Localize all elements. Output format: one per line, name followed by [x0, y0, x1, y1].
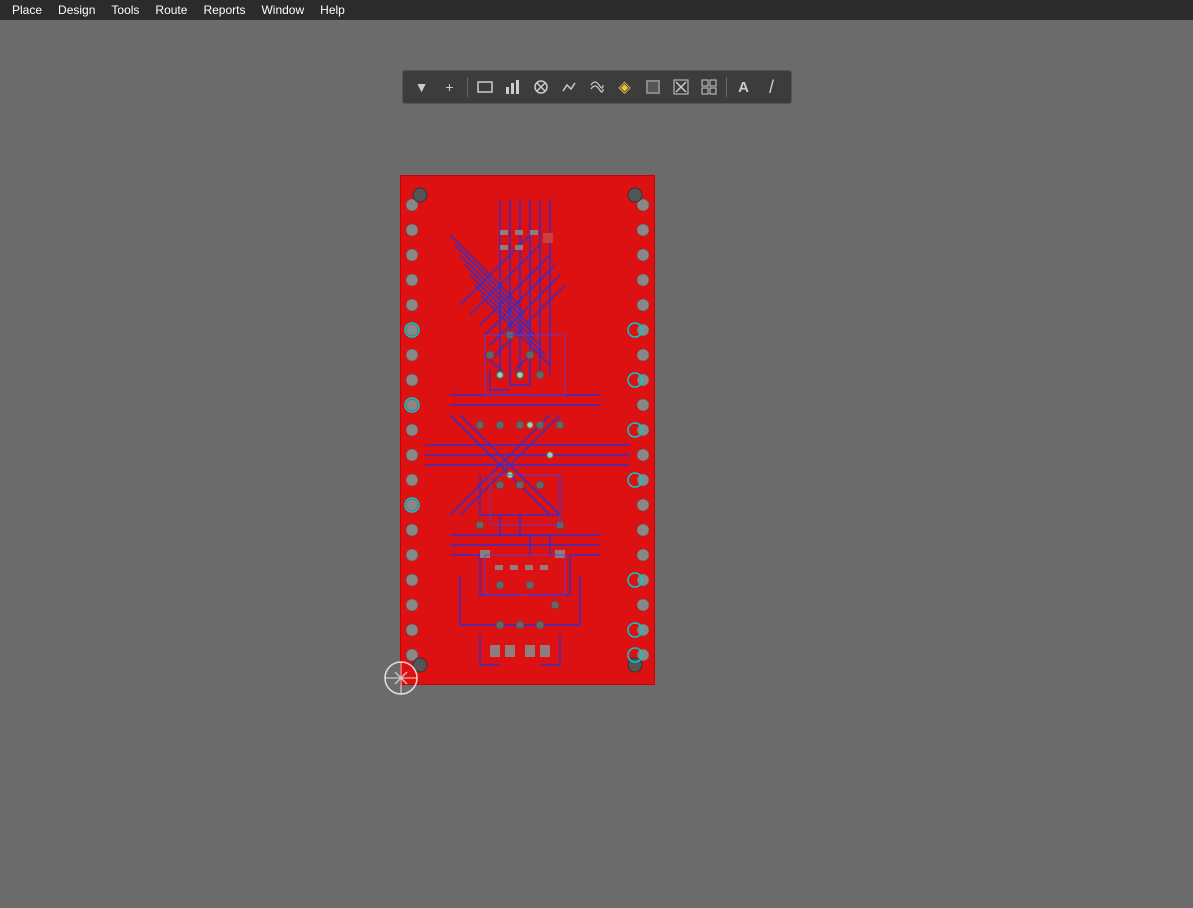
toolbar-separator-2 [726, 77, 727, 97]
toolbar-noconn-btn[interactable] [668, 74, 694, 100]
toolbar-plane-btn[interactable] [640, 74, 666, 100]
toolbar: ▼ + [402, 70, 792, 104]
menu-item-window[interactable]: Window [253, 1, 312, 19]
menu-bar: Place Design Tools Route Reports Window … [0, 0, 1193, 20]
toolbar-diff-pair-btn[interactable] [584, 74, 610, 100]
pcb-svg: NANO V3 [400, 175, 655, 685]
toolbar-filter-btn[interactable]: ▼ [409, 74, 435, 100]
menu-item-reports[interactable]: Reports [195, 1, 253, 19]
toolbar-via-btn[interactable]: ◈ [612, 74, 638, 100]
menu-item-design[interactable]: Design [50, 1, 103, 19]
menu-item-help[interactable]: Help [312, 1, 353, 19]
toolbar-rect-btn[interactable] [472, 74, 498, 100]
toolbar-line-btn[interactable]: / [759, 74, 785, 100]
toolbar-route-btn[interactable] [556, 74, 582, 100]
toolbar-chart-btn[interactable] [500, 74, 526, 100]
menu-item-place[interactable]: Place [4, 1, 50, 19]
toolbar-add-btn[interactable]: + [437, 74, 463, 100]
menu-item-tools[interactable]: Tools [103, 1, 147, 19]
toolbar-grid-btn[interactable] [696, 74, 722, 100]
toolbar-drc-btn[interactable] [528, 74, 554, 100]
menu-item-route[interactable]: Route [147, 1, 195, 19]
canvas-area[interactable]: ▼ + [0, 20, 1193, 908]
toolbar-text-btn[interactable]: A [731, 74, 757, 100]
toolbar-separator-1 [467, 77, 468, 97]
pcb-board: NANO V3 [400, 175, 655, 685]
